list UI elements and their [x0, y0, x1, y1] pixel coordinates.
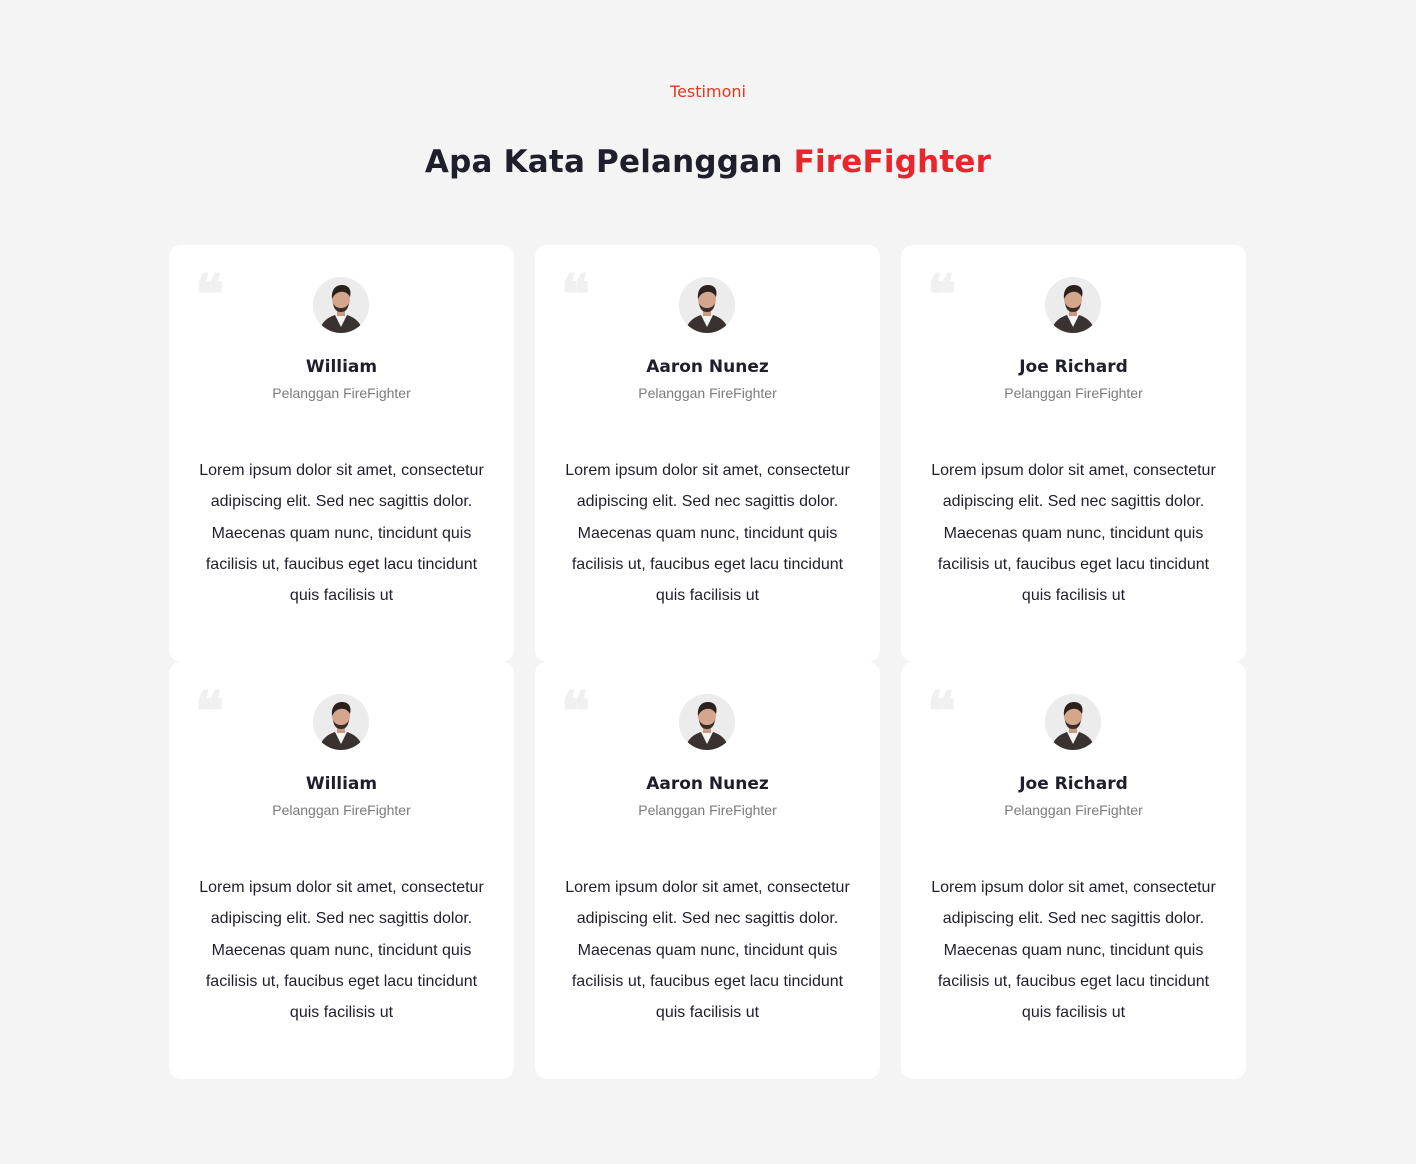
customer-name: Aaron Nunez: [646, 357, 769, 377]
customer-role: Pelanggan FireFighter: [272, 385, 411, 401]
quote-icon: ❝: [195, 262, 225, 326]
customer-role: Pelanggan FireFighter: [1004, 802, 1143, 818]
avatar: [679, 277, 735, 333]
section-eyebrow: Testimoni: [670, 82, 746, 101]
quote-icon: ❝: [561, 262, 591, 326]
customer-name: Aaron Nunez: [646, 774, 769, 794]
testimonial-text: Lorem ipsum dolor sit amet, consectetur …: [199, 879, 484, 1022]
testimonial-text: Lorem ipsum dolor sit amet, consectetur …: [931, 462, 1216, 605]
customer-role: Pelanggan FireFighter: [1004, 385, 1143, 401]
customer-name: William: [305, 774, 378, 794]
testimonial-text: Lorem ipsum dolor sit amet, consectetur …: [565, 462, 850, 605]
section-title: Apa Kata Pelanggan FireFighter: [0, 144, 1416, 180]
testimonial-card: ❝ Aaron Nunez Pelanggan FireFighter Lore…: [535, 662, 880, 1079]
avatar: [1045, 277, 1101, 333]
testimonial-card: ❝ William Pelanggan FireFighter Lorem ip…: [169, 245, 514, 662]
section-title-main: Apa Kata Pelanggan: [424, 144, 783, 180]
customer-name: Joe Richard: [1019, 774, 1128, 794]
testimonial-text: Lorem ipsum dolor sit amet, consectetur …: [565, 879, 850, 1022]
quote-icon: ❝: [561, 679, 591, 743]
testimonial-grid: ❝ William Pelanggan FireFighter Lorem ip…: [169, 245, 1247, 1079]
customer-role: Pelanggan FireFighter: [272, 802, 411, 818]
avatar: [313, 277, 369, 333]
customer-role: Pelanggan FireFighter: [638, 802, 777, 818]
testimonial-card: ❝ Joe Richard Pelanggan FireFighter Lore…: [901, 662, 1246, 1079]
section-title-accent: FireFighter: [793, 144, 992, 180]
testimonial-text: Lorem ipsum dolor sit amet, consectetur …: [931, 879, 1216, 1022]
customer-name: William: [305, 357, 378, 377]
testimonial-card: ❝ Joe Richard Pelanggan FireFighter Lore…: [901, 245, 1246, 662]
testimonial-card: ❝ Aaron Nunez Pelanggan FireFighter Lore…: [535, 245, 880, 662]
avatar: [1045, 694, 1101, 750]
quote-icon: ❝: [927, 262, 957, 326]
avatar: [679, 694, 735, 750]
customer-name: Joe Richard: [1019, 357, 1128, 377]
testimonial-text: Lorem ipsum dolor sit amet, consectetur …: [199, 462, 484, 605]
customer-role: Pelanggan FireFighter: [638, 385, 777, 401]
quote-icon: ❝: [927, 679, 957, 743]
testimonial-card: ❝ William Pelanggan FireFighter Lorem ip…: [169, 662, 514, 1079]
avatar: [313, 694, 369, 750]
quote-icon: ❝: [195, 679, 225, 743]
